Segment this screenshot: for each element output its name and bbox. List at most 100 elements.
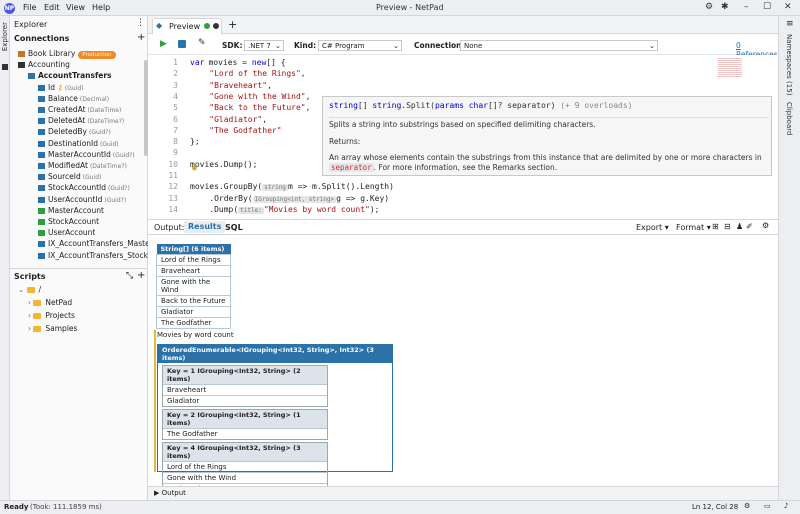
connection-select[interactable]: None ⌄ (460, 40, 658, 51)
code-token: m => m.Split().Length) (287, 182, 394, 192)
tab-preview[interactable]: ◆ Preview (152, 18, 222, 34)
code-token: [] { (266, 58, 286, 67)
script-folder-item[interactable]: › NetPad (28, 298, 72, 307)
code-minimap[interactable] (718, 57, 742, 77)
maximize-icon[interactable]: ☐ (763, 2, 771, 12)
chevron-icon[interactable]: ⌄ (18, 285, 27, 294)
status-settings-icon[interactable]: ⚙ (744, 502, 750, 510)
script-folder-item[interactable]: ⌄ / (18, 285, 41, 294)
bug-icon[interactable]: ✱ (721, 2, 729, 12)
settings-gear-icon[interactable]: ⚙ (705, 2, 713, 12)
code-token: , (305, 103, 311, 113)
group-item: Gone with the Wind (163, 472, 327, 483)
output-tab[interactable]: ▶ Output (154, 489, 186, 497)
menu-file[interactable]: File (23, 3, 36, 12)
code-token: "Movies by word count" (263, 204, 370, 214)
connection-tree-item[interactable]: ModifiedAt (DateTime?) (38, 161, 127, 170)
right-menu-icon[interactable]: ≡ (786, 19, 794, 29)
connection-tree-item[interactable]: Id ⚷ (Guid) (38, 83, 83, 92)
explorer-menu-icon[interactable]: ⋮ (136, 18, 145, 28)
code-token: .Dump( (190, 204, 239, 214)
group-item: Braveheart (163, 384, 327, 395)
column-type: (Guid?) (108, 185, 130, 193)
clear-brush-icon[interactable]: ✐ (746, 222, 753, 231)
code-line: }; (190, 137, 200, 146)
menu-help[interactable]: Help (92, 3, 110, 12)
namespaces-tab[interactable]: Namespaces (15) (785, 34, 793, 95)
collapse-all-icon[interactable]: ⊟ (724, 222, 731, 231)
tab-results[interactable]: Results (184, 221, 226, 233)
lightbulb-icon[interactable]: ● (192, 163, 197, 172)
connection-tree-item[interactable]: Book Library Production (18, 49, 116, 59)
connection-tree-item[interactable]: SourceId (Guid) (38, 172, 101, 181)
add-connection-icon[interactable]: + (137, 32, 145, 43)
format-menu[interactable]: Format ▾ (676, 223, 711, 232)
notifications-icon[interactable]: ▭ (764, 502, 771, 510)
sdk-select[interactable]: .NET 7 ⌄ (244, 40, 284, 51)
table-row: Braveheart (156, 265, 231, 277)
figure-icon[interactable]: ♟ (736, 222, 743, 231)
expand-icon[interactable]: ⊞ (712, 222, 719, 231)
connection-tree-item[interactable]: IX_AccountTransfers_Master (38, 239, 153, 248)
signature-tooltip: string[] string.Split(params char[]? sep… (322, 96, 772, 176)
connection-tree-item[interactable]: StockAccountId (Guid?) (38, 183, 130, 192)
connection-tree-item[interactable]: IX_AccountTransfers_StockA (38, 251, 153, 260)
connection-tree-item[interactable]: DeletedBy (Guid?) (38, 127, 111, 136)
code-line: "Gone with the Wind", (190, 92, 310, 101)
save-icon[interactable] (178, 40, 186, 48)
connection-tree-item[interactable]: MasterAccount (38, 206, 104, 215)
column-icon (38, 230, 45, 237)
group-header[interactable]: Key = 1 IGrouping<Int32, String> (2 item… (163, 366, 327, 384)
line-number: 9 (173, 148, 178, 158)
grouped-header[interactable]: OrderedEnumerable<IGrouping<Int32, Strin… (158, 345, 392, 363)
kind-select[interactable]: C# Program ⌄ (318, 40, 402, 51)
connection-tree-item[interactable]: UserAccountId (Guid?) (38, 195, 126, 204)
table-cell: Lord of the Rings (156, 254, 231, 266)
connection-tree-item[interactable]: CreatedAt (DateTime) (38, 105, 121, 114)
clipboard-tab[interactable]: Clipboard (785, 102, 793, 135)
group-header[interactable]: Key = 2 IGrouping<Int32, String> (1 item… (163, 410, 327, 428)
explorer-strip-icon[interactable] (2, 64, 8, 70)
script-folder-item[interactable]: › Samples (28, 324, 77, 333)
window-title: Preview - NetPad (376, 3, 444, 12)
tree-item-label: ModifiedAt (48, 161, 88, 170)
key-icon: ⚷ (54, 82, 63, 92)
code-line: movies.GroupBy(string m => m.Split().Leng… (190, 182, 394, 192)
tree-item-label: Balance (48, 93, 78, 103)
column-type: (Guid) (64, 84, 84, 92)
tab-label: Preview (169, 22, 201, 31)
close-icon[interactable]: ✕ (784, 2, 792, 12)
properties-wrench-icon[interactable]: ✎ (198, 38, 206, 48)
connection-tree-item[interactable]: DestinationId (Guid) (38, 139, 119, 148)
connection-tree-item[interactable]: AccountTransfers (28, 71, 111, 80)
group-item: Lord of the Rings (163, 461, 327, 472)
connection-tree-item[interactable]: Accounting (18, 60, 70, 69)
export-menu[interactable]: Export ▾ (636, 223, 669, 232)
group-header[interactable]: Key = 4 IGrouping<Int32, String> (3 item… (163, 443, 327, 461)
connection-tree-item[interactable]: MasterAccountId (Guid?) (38, 150, 135, 159)
script-folder-item[interactable]: › Projects (28, 311, 75, 320)
new-tab-button[interactable]: + (228, 18, 237, 31)
connection-tree-item[interactable]: DeletedAt (DateTime?) (38, 116, 124, 125)
scripts-title: Scripts (14, 272, 46, 281)
run-icon[interactable]: ▶ (160, 39, 167, 49)
bell-icon[interactable]: ♪ (784, 502, 788, 510)
minimize-icon[interactable]: – (744, 2, 749, 12)
folder-icon (33, 300, 42, 306)
unsaved-dot-icon[interactable] (213, 23, 219, 29)
output-settings-icon[interactable]: ⚙ (762, 221, 769, 230)
table-cell: The Godfather (156, 317, 231, 329)
connection-tree-item[interactable]: Balance (Decimal) (38, 94, 109, 103)
column-icon (38, 140, 45, 147)
connection-tree-item[interactable]: StockAccount (38, 217, 99, 226)
collapse-icon[interactable]: ⤡ (126, 271, 133, 281)
tree-item-label: Book Library (28, 49, 76, 58)
menu-view[interactable]: View (66, 3, 85, 12)
menu-edit[interactable]: Edit (44, 3, 60, 12)
tab-sql[interactable]: SQL (225, 223, 243, 232)
add-script-icon[interactable]: + (137, 270, 145, 281)
dump-table-header[interactable]: String[] (6 items) (156, 244, 231, 255)
connection-tree-item[interactable]: UserAccount (38, 228, 95, 237)
output-label: Output: (154, 223, 185, 232)
explorer-strip-label[interactable]: Explorer (1, 22, 9, 51)
